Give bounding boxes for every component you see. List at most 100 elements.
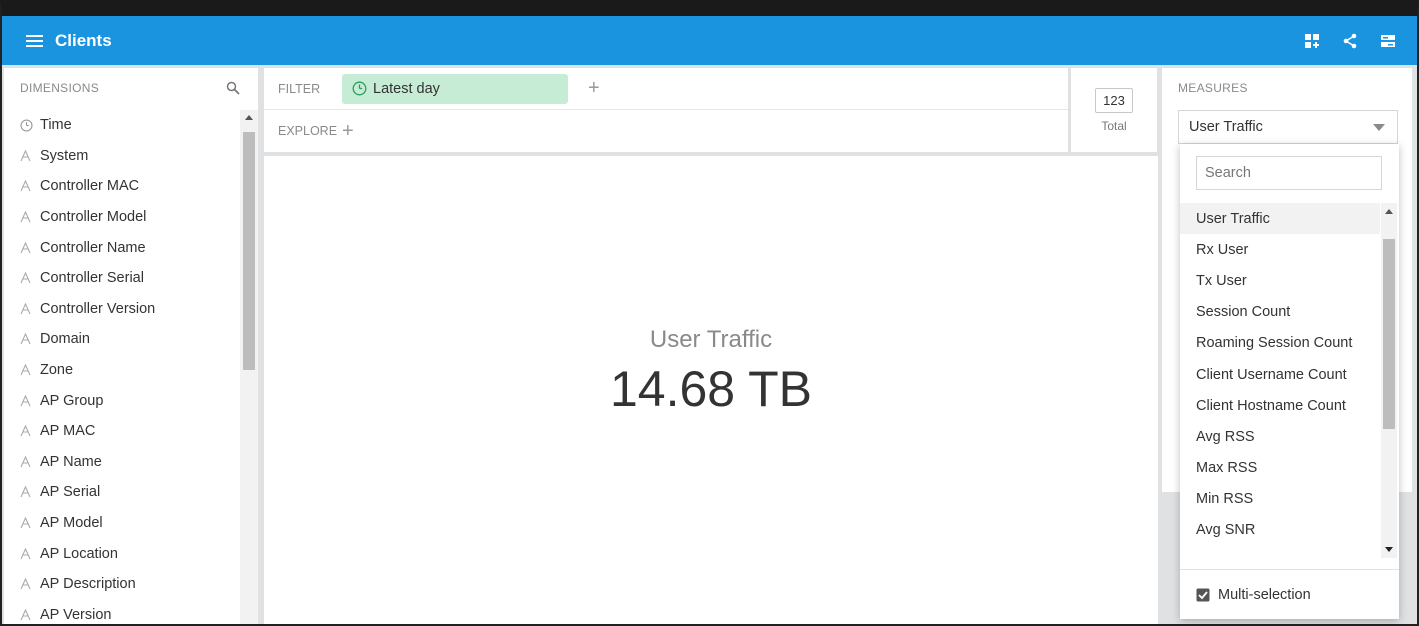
string-type-icon — [20, 547, 40, 560]
dimension-item[interactable]: AP Description — [4, 569, 238, 600]
dimension-item[interactable]: System — [4, 141, 238, 172]
page-title: Clients — [55, 30, 112, 50]
dimension-label: AP Version — [40, 606, 112, 623]
dimension-item[interactable]: Zone — [4, 355, 238, 386]
top-bar: Clients — [2, 16, 1417, 65]
main-visualization: User Traffic 14.68 TB — [264, 156, 1158, 624]
dimension-label: AP Group — [40, 392, 104, 409]
measure-option[interactable]: Client Hostname Count — [1180, 390, 1380, 421]
dimension-label: AP Serial — [40, 484, 101, 501]
dimension-label: Zone — [40, 362, 74, 379]
measure-option[interactable]: Session Count — [1180, 297, 1380, 328]
measure-option[interactable]: Client Username Count — [1180, 359, 1380, 390]
dimension-item[interactable]: Controller Name — [4, 232, 238, 263]
measure-option[interactable]: Rx User — [1180, 234, 1380, 265]
explore-row: EXPLORE + — [264, 110, 1068, 152]
dimension-label: AP Description — [40, 576, 136, 593]
measure-select[interactable]: User Traffic — [1178, 110, 1398, 144]
measure-option[interactable]: Roaming Session Count — [1180, 328, 1380, 359]
app-window: Clients DIMENSIONS Time System Controller … — [0, 0, 1419, 626]
multi-selection-label: Multi-selection — [1218, 586, 1311, 603]
dimension-item[interactable]: AP Location — [4, 538, 238, 569]
measure-option[interactable]: Max RSS — [1180, 453, 1380, 484]
dimension-item[interactable]: Controller Serial — [4, 263, 238, 294]
dimension-item[interactable]: Controller MAC — [4, 171, 238, 202]
dimension-item[interactable]: AP Model — [4, 508, 238, 539]
filter-label: FILTER — [278, 81, 321, 96]
share-icon[interactable] — [1341, 32, 1359, 50]
add-explore-button[interactable]: + — [342, 120, 354, 143]
checkbox-icon[interactable] — [1196, 588, 1210, 602]
string-type-icon — [20, 394, 40, 407]
string-type-icon — [20, 517, 40, 529]
scroll-up-arrow-icon[interactable] — [1385, 209, 1393, 214]
dimension-label: Controller Model — [40, 209, 147, 226]
explore-label: EXPLORE — [278, 124, 338, 138]
total-toggle[interactable]: 123 Total — [1071, 68, 1157, 152]
search-icon[interactable] — [226, 81, 240, 95]
scroll-thumb[interactable] — [243, 132, 255, 370]
dimension-item[interactable]: Controller Version — [4, 294, 238, 325]
measure-search-input[interactable] — [1196, 156, 1382, 190]
dimension-item[interactable]: Controller Model — [4, 202, 238, 233]
clock-icon — [20, 119, 40, 132]
string-type-icon — [20, 486, 40, 498]
string-type-icon — [20, 364, 40, 376]
menu-icon[interactable] — [26, 34, 43, 47]
measure-options-list: User Traffic Rx User Tx User Session Count R… — [1180, 203, 1380, 546]
string-type-icon — [20, 149, 40, 162]
dimension-item[interactable]: AP Version — [4, 600, 238, 625]
measure-option[interactable]: User Traffic — [1180, 203, 1380, 235]
string-type-icon — [20, 241, 40, 254]
dropdown-scrollbar[interactable] — [1381, 203, 1397, 558]
dimension-label: AP Name — [40, 453, 102, 470]
add-dashboard-icon[interactable] — [1303, 32, 1321, 50]
string-type-icon — [20, 333, 40, 345]
chevron-down-icon — [1373, 123, 1385, 131]
dimensions-scrollbar[interactable] — [240, 110, 258, 624]
measure-label: User Traffic — [649, 326, 773, 353]
dimension-label: System — [40, 147, 89, 164]
scroll-down-arrow-icon[interactable] — [1385, 547, 1393, 552]
dimensions-panel: DIMENSIONS Time System Controller MAC Contr… — [4, 68, 258, 625]
clock-icon — [352, 81, 367, 96]
measure-option[interactable]: Min RSS — [1180, 484, 1380, 515]
dimension-label: AP Model — [40, 515, 103, 532]
measures-header: MEASURES — [1178, 81, 1248, 95]
scroll-thumb[interactable] — [1383, 239, 1395, 429]
dimension-item[interactable]: AP Group — [4, 385, 238, 416]
dimensions-list: Time System Controller MAC Controller Model… — [4, 110, 238, 625]
string-type-icon — [20, 180, 40, 192]
measure-option[interactable]: Avg RSS — [1180, 421, 1380, 452]
string-type-icon — [20, 302, 40, 315]
filter-bar: FILTER Latest day + EXPLORE + — [264, 68, 1068, 152]
measure-option[interactable]: Tx User — [1180, 265, 1380, 296]
dimension-label: Controller Name — [40, 239, 146, 256]
measure-option[interactable]: Avg SNR — [1180, 515, 1380, 546]
dimension-item[interactable]: AP Name — [4, 447, 238, 478]
dimension-label: Controller MAC — [40, 178, 140, 195]
add-filter-button[interactable]: + — [588, 77, 600, 100]
dimension-item[interactable]: Time — [4, 110, 238, 141]
dimension-label: Domain — [40, 331, 90, 348]
string-type-icon — [20, 608, 40, 621]
string-type-icon — [20, 455, 40, 468]
dimension-label: Controller Version — [40, 300, 156, 317]
filter-pill-label: Latest day — [373, 80, 440, 97]
measure-select-value: User Traffic — [1189, 119, 1263, 135]
dimension-item[interactable]: Domain — [4, 324, 238, 355]
filter-pill-time[interactable]: Latest day — [342, 73, 568, 104]
multi-selection-toggle[interactable]: Multi-selection — [1180, 569, 1399, 619]
settings-panel-icon[interactable] — [1379, 32, 1397, 50]
dimension-item[interactable]: AP MAC — [4, 416, 238, 447]
dimension-label: Controller Serial — [40, 270, 144, 287]
measure-dropdown: User TrafficRx UserTx UserSession CountR… — [1180, 144, 1399, 619]
scroll-up-arrow-icon[interactable] — [245, 115, 253, 120]
dimension-label: AP MAC — [40, 423, 96, 440]
dimension-item[interactable]: AP Serial — [4, 477, 238, 508]
measure-value: 14.68 TB — [609, 361, 812, 417]
string-type-icon — [20, 272, 40, 284]
filter-row: FILTER Latest day + — [264, 68, 1068, 110]
string-type-icon — [20, 578, 40, 590]
total-label: Total — [1101, 118, 1127, 133]
